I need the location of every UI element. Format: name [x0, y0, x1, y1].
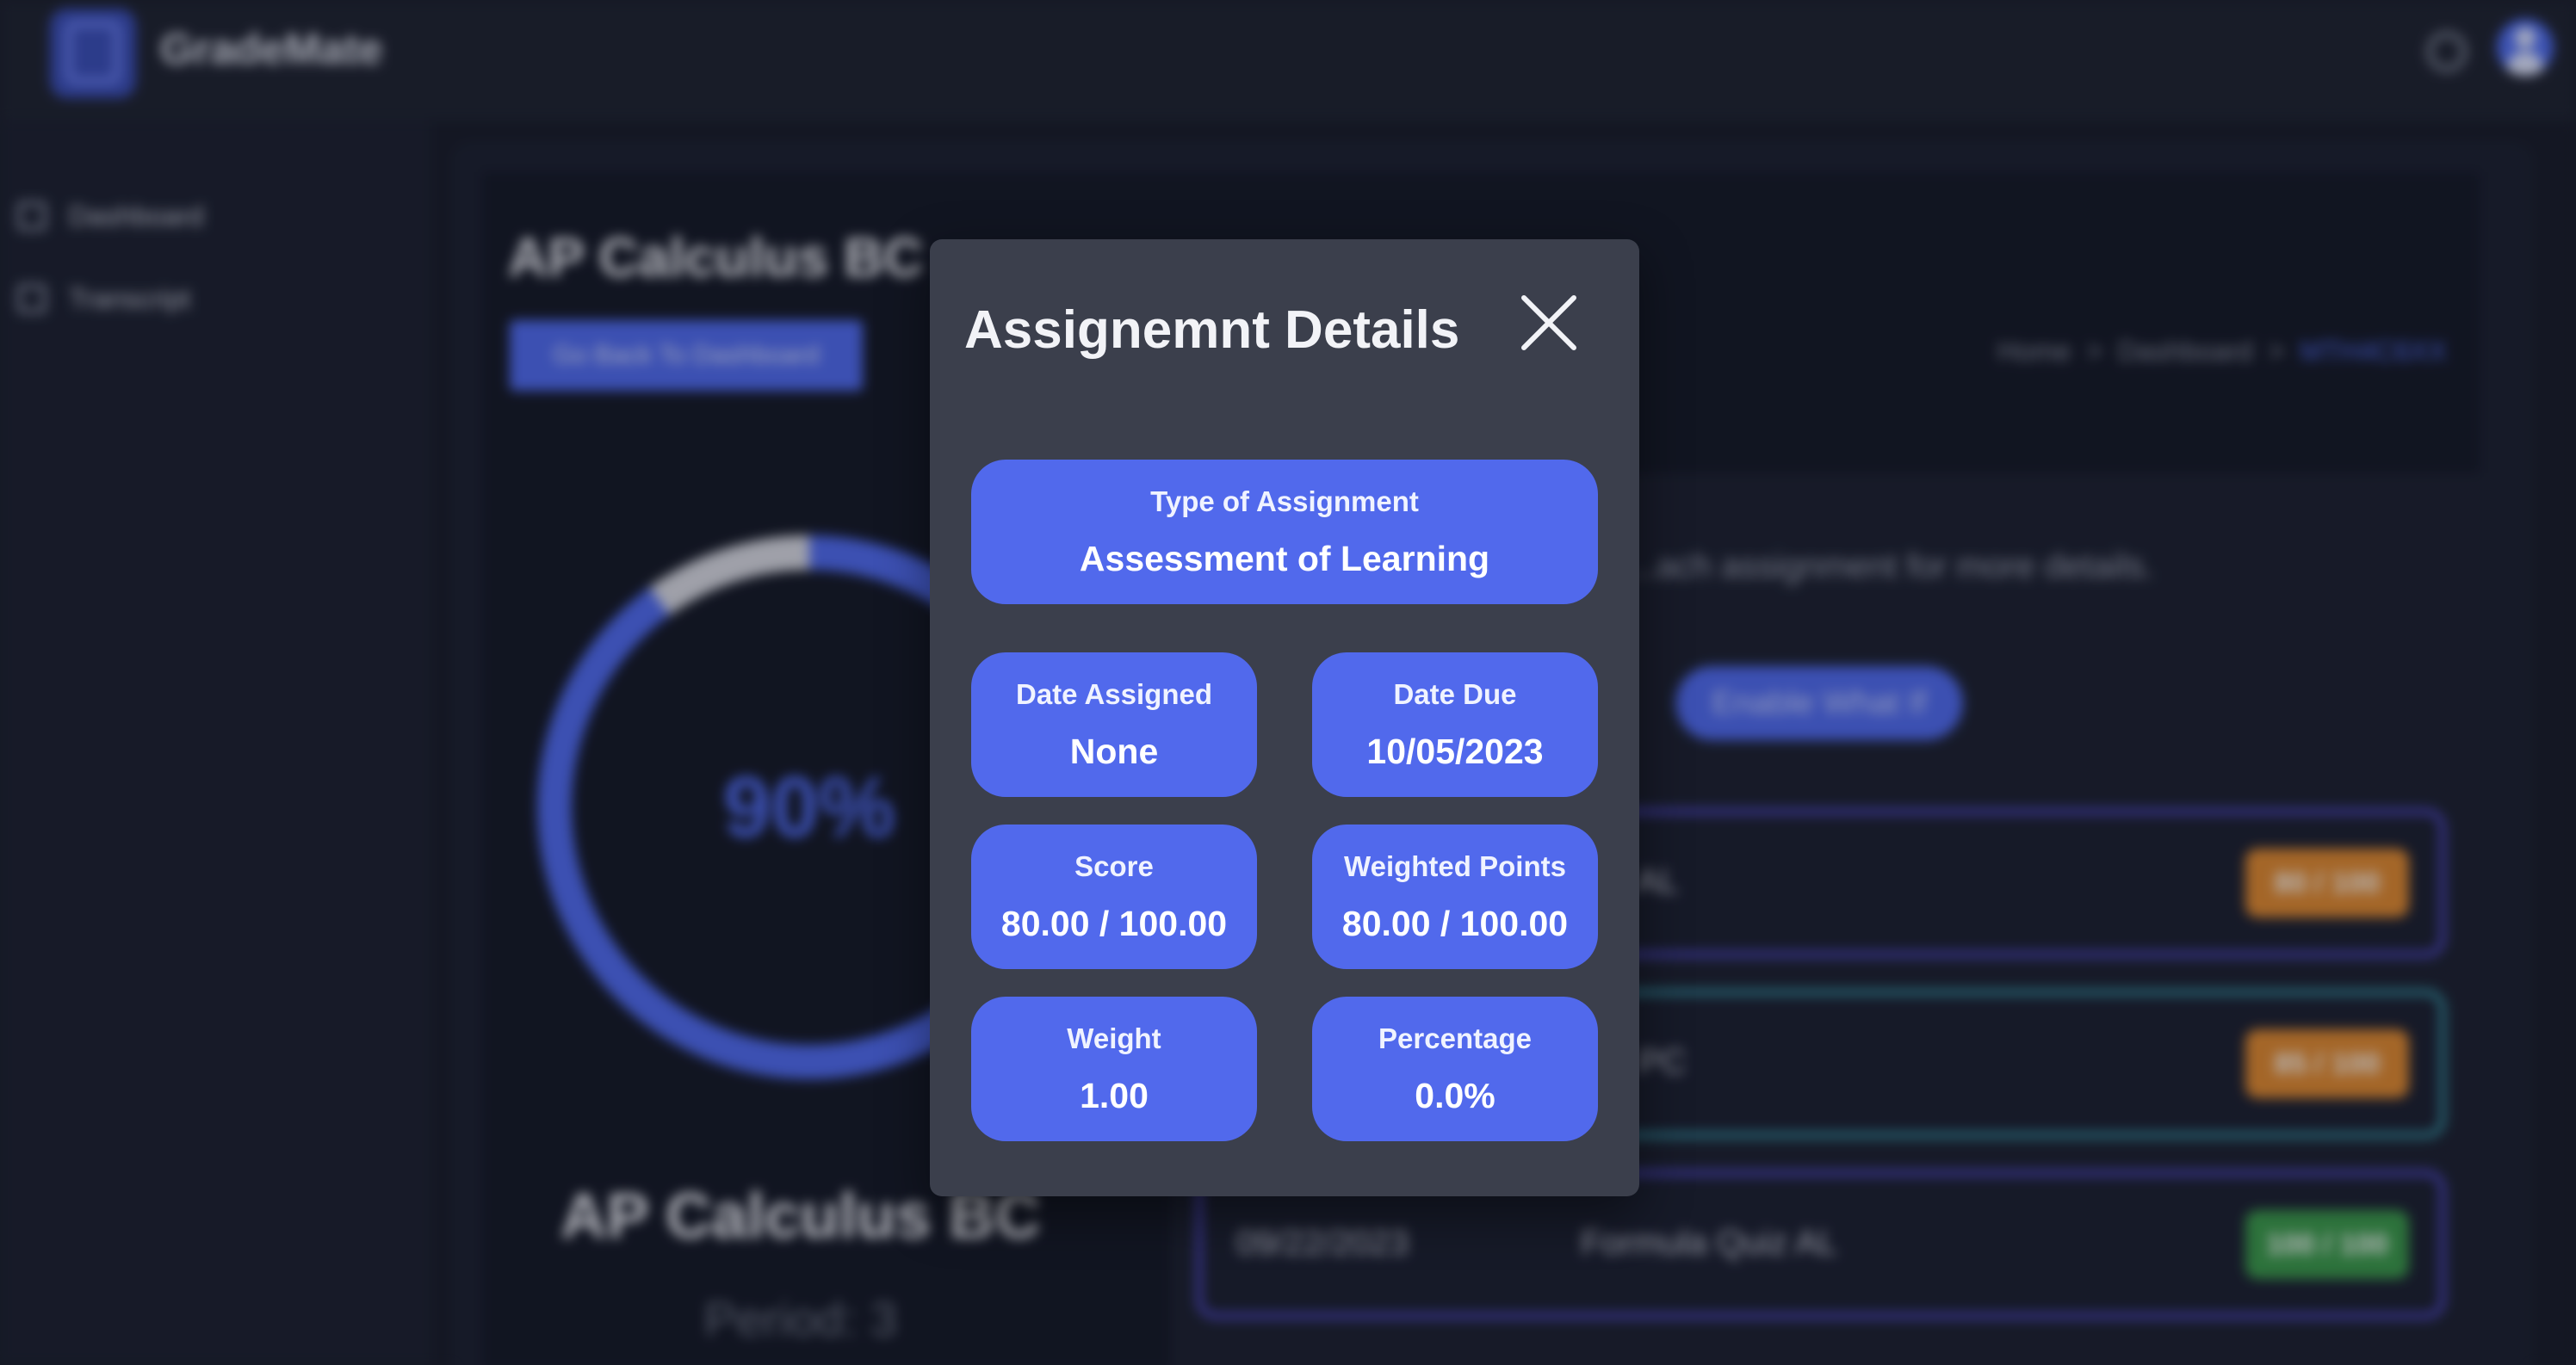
score-tile: Score 80.00 / 100.00 — [971, 825, 1257, 969]
tile-value: Assessment of Learning — [1079, 539, 1490, 578]
weighted-points-tile: Weighted Points 80.00 / 100.00 — [1312, 825, 1598, 969]
modal-title: Assignemnt Details — [964, 300, 1460, 360]
tile-label: Type of Assignment — [1150, 485, 1419, 517]
tile-value: 1.00 — [1080, 1076, 1149, 1115]
percentage-tile: Percentage 0.0% — [1312, 997, 1598, 1141]
assignment-details-modal: Assignemnt Details Type of Assignment As… — [930, 239, 1639, 1196]
close-icon — [1521, 295, 1576, 350]
close-button[interactable] — [1515, 289, 1582, 356]
date-assigned-tile: Date Assigned None — [971, 652, 1257, 797]
date-due-tile: Date Due 10/05/2023 — [1312, 652, 1598, 797]
tile-label: Weight — [1067, 1022, 1161, 1054]
tile-label: Percentage — [1378, 1022, 1532, 1054]
tile-value: None — [1069, 732, 1159, 771]
tile-label: Weighted Points — [1344, 850, 1566, 882]
tile-value: 80.00 / 100.00 — [1000, 904, 1228, 943]
tile-label: Date Assigned — [1015, 678, 1212, 710]
tile-label: Score — [1074, 850, 1154, 882]
tile-value: 80.00 / 100.00 — [1341, 904, 1569, 943]
type-of-assignment-tile: Type of Assignment Assessment of Learnin… — [971, 460, 1598, 604]
weight-tile: Weight 1.00 — [971, 997, 1257, 1141]
tile-label: Date Due — [1393, 678, 1517, 710]
tile-value: 0.0% — [1415, 1076, 1495, 1115]
tile-value: 10/05/2023 — [1366, 732, 1544, 771]
